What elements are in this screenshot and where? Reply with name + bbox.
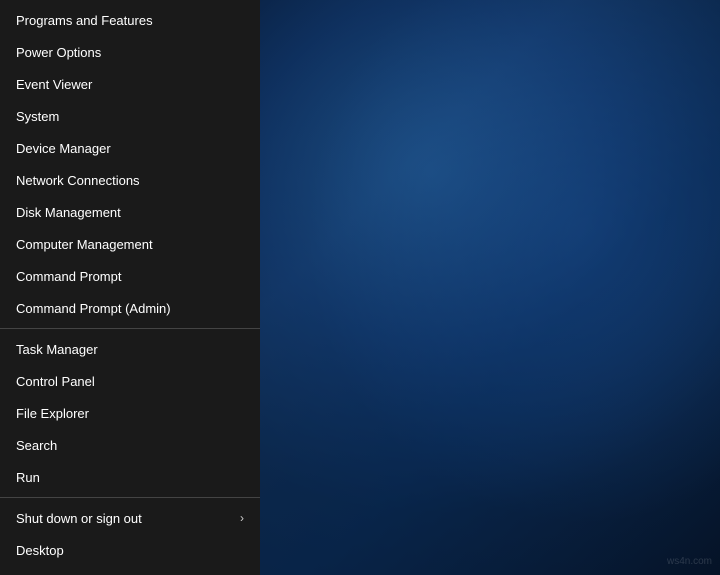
menu-item-event-viewer[interactable]: Event Viewer: [0, 68, 260, 100]
menu-item-command-prompt-admin[interactable]: Command Prompt (Admin): [0, 292, 260, 324]
menu-item-task-manager[interactable]: Task Manager: [0, 333, 260, 365]
menu-item-label-event-viewer: Event Viewer: [16, 77, 244, 92]
menu-item-power-options[interactable]: Power Options: [0, 36, 260, 68]
menu-separator: [0, 497, 260, 498]
menu-item-label-desktop: Desktop: [16, 543, 244, 558]
menu-item-label-command-prompt: Command Prompt: [16, 269, 244, 284]
menu-item-label-network-connections: Network Connections: [16, 173, 244, 188]
menu-item-label-run: Run: [16, 470, 244, 485]
menu-item-run[interactable]: Run: [0, 461, 260, 493]
menu-item-label-control-panel: Control Panel: [16, 374, 244, 389]
menu-item-label-file-explorer: File Explorer: [16, 406, 244, 421]
menu-item-control-panel[interactable]: Control Panel: [0, 365, 260, 397]
menu-item-file-explorer[interactable]: File Explorer: [0, 397, 260, 429]
menu-item-label-system: System: [16, 109, 244, 124]
menu-item-label-search: Search: [16, 438, 244, 453]
menu-item-label-programs-and-features: Programs and Features: [16, 13, 244, 28]
menu-item-label-shut-down-or-sign-out: Shut down or sign out: [16, 511, 240, 526]
menu-item-network-connections[interactable]: Network Connections: [0, 164, 260, 196]
watermark: ws4n.com: [667, 556, 712, 567]
menu-item-label-disk-management: Disk Management: [16, 205, 244, 220]
menu-item-disk-management[interactable]: Disk Management: [0, 196, 260, 228]
menu-item-label-device-manager: Device Manager: [16, 141, 244, 156]
menu-item-programs-and-features[interactable]: Programs and Features: [0, 4, 260, 36]
menu-separator: [0, 328, 260, 329]
context-menu: Programs and Features Power Options Event …: [0, 0, 260, 575]
menu-item-device-manager[interactable]: Device Manager: [0, 132, 260, 164]
menu-item-command-prompt[interactable]: Command Prompt: [0, 260, 260, 292]
menu-item-label-task-manager: Task Manager: [16, 342, 244, 357]
menu-item-label-command-prompt-admin: Command Prompt (Admin): [16, 301, 244, 316]
menu-item-search[interactable]: Search: [0, 429, 260, 461]
menu-item-label-computer-management: Computer Management: [16, 237, 244, 252]
menu-item-computer-management[interactable]: Computer Management: [0, 228, 260, 260]
menu-item-shut-down-or-sign-out[interactable]: Shut down or sign out›: [0, 502, 260, 534]
menu-item-desktop[interactable]: Desktop: [0, 534, 260, 566]
menu-item-label-power-options: Power Options: [16, 45, 244, 60]
chevron-right-icon: ›: [240, 511, 244, 525]
menu-item-system[interactable]: System: [0, 100, 260, 132]
